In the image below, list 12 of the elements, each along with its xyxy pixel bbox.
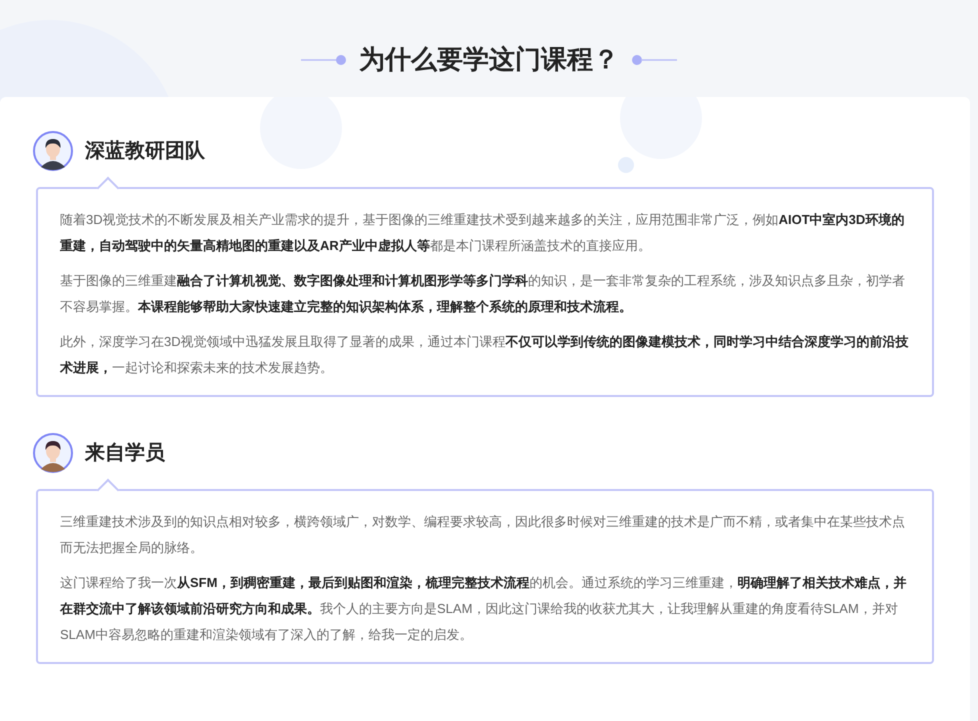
- left-ornament-icon: [301, 54, 347, 64]
- right-ornament-icon: [631, 54, 677, 64]
- section-title: 来自学员: [85, 441, 165, 466]
- paragraph: 随着3D视觉技术的不断发展及相关产业需求的提升，基于图像的三维重建技术受到越来越多的关注，应用范围非常广泛，例如AIOT中室内3D环境的重建，自动驾驶中的矢量高精地图的重建以及AR产业中虚拟人等都是本门课程所涵盖技术的直接应用。: [60, 211, 906, 255]
- section-title: 深蓝教研团队: [85, 139, 205, 164]
- paragraph: 此外，深度学习在3D视觉领域中迅猛发展且取得了显著的成果，通过本门课程不仅可以学到传统的图像建模技术，同时学习中结合深度学习的前沿技术进展，一起讨论和探索未来的技术发展趋势。: [60, 333, 910, 377]
- avatar-icon: [33, 131, 73, 171]
- page-heading: 为什么要学这门课程？: [359, 43, 619, 76]
- paragraph: 这门课程给了我一次从SFM，到稠密重建，最后到贴图和渲染，梳理完整技术流程的机会。通过系统的学习三维重建，明确理解了相关技术难点，并在群交流中了解该领域前沿研究方向和成果。我个人的主要方向是SLAM，因此这门课给我的收获尤其大，让我理解从重建的角度看待SLAM，并对SLAM中容易忽略的重建和渲染领域有了深入的了解，给我一定的启发。: [60, 574, 908, 644]
- paragraph: 基于图像的三维重建融合了计算机视觉、数字图像处理和计算机图形学等多门学科的知识，是一套非常复杂的工程系统，涉及知识点多且杂，初学者不容易掌握。本课程能够帮助大家快速建立完整的知识架构体系，理解整个系统的原理和技术流程。: [60, 272, 906, 316]
- avatar-icon: [33, 433, 73, 473]
- paragraph: 三维重建技术涉及到的知识点相对较多，横跨领域广，对数学、编程要求较高，因此很多时候对三维重建的技术是广而不精，或者集中在某些技术点而无法把握全局的脉络。: [60, 513, 906, 557]
